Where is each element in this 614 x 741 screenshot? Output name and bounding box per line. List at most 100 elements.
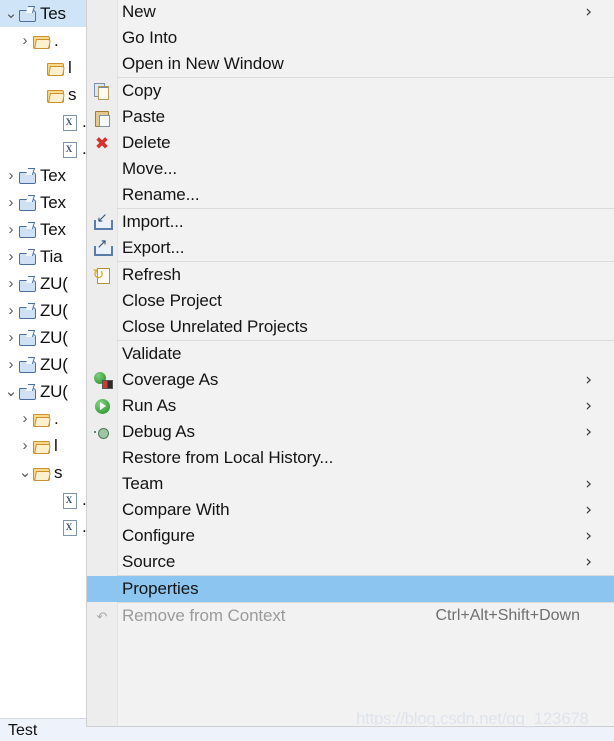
- chevron-right-icon[interactable]: ›: [4, 329, 18, 346]
- menu-item-icon-slot: [87, 497, 117, 523]
- tree-item[interactable]: .: [0, 135, 86, 162]
- tree-item[interactable]: s: [0, 81, 86, 108]
- context-menu[interactable]: New›Go IntoOpen in New WindowCopyPaste✖D…: [86, 0, 614, 727]
- menu-item-delete[interactable]: ✖Delete: [87, 130, 614, 156]
- xml-file-icon: [60, 114, 78, 130]
- submenu-chevron-right-icon: ›: [585, 367, 592, 393]
- submenu-chevron-right-icon: ›: [585, 393, 592, 419]
- menu-item-compare-with[interactable]: Compare With›: [87, 497, 614, 523]
- tree-item[interactable]: ⌄ZU(: [0, 378, 86, 405]
- menu-item-label: Import...: [117, 212, 183, 232]
- tree-item[interactable]: .: [0, 486, 86, 513]
- refresh-icon: [94, 267, 111, 284]
- chevron-right-icon[interactable]: ›: [4, 356, 18, 373]
- chevron-right-icon[interactable]: ›: [18, 410, 32, 427]
- menu-item-shortcut: Ctrl+Alt+Shift+Down: [435, 603, 580, 629]
- chevron-right-icon[interactable]: ›: [4, 167, 18, 184]
- tree-item[interactable]: › Tia: [0, 243, 86, 270]
- tree-item[interactable]: ›.: [0, 405, 86, 432]
- menu-item-icon-slot: [87, 393, 117, 419]
- chevron-right-icon[interactable]: ›: [4, 221, 18, 238]
- menu-item-open-in-new-window[interactable]: Open in New Window: [87, 51, 614, 77]
- menu-item-icon-slot: [87, 78, 117, 104]
- menu-item-icon-slot: [87, 576, 117, 602]
- menu-item-move[interactable]: Move...: [87, 156, 614, 182]
- menu-item-label: Compare With: [117, 500, 229, 520]
- project-icon: [18, 222, 36, 238]
- menu-item-close-unrelated-projects[interactable]: Close Unrelated Projects: [87, 314, 614, 340]
- menu-item-validate[interactable]: Validate: [87, 341, 614, 367]
- status-bar-label: Test: [8, 720, 37, 741]
- tree-item[interactable]: ›.: [0, 27, 86, 54]
- chevron-right-icon[interactable]: ›: [4, 302, 18, 319]
- menu-item-label: Delete: [117, 133, 171, 153]
- tree-item-label: Tia: [40, 247, 62, 267]
- menu-item-coverage-as[interactable]: Coverage As ›: [87, 367, 614, 393]
- menu-item-run-as[interactable]: Run As›: [87, 393, 614, 419]
- tree-item-label: l: [54, 436, 58, 456]
- project-explorer-tree[interactable]: ⌄Tes›.ls..›Tex›Tex›Tex›Tia›ZU(›ZU(›ZU(›Z…: [0, 0, 87, 718]
- menu-item-properties[interactable]: Properties: [87, 576, 614, 602]
- tree-item[interactable]: ›l: [0, 432, 86, 459]
- chevron-right-icon[interactable]: ›: [18, 437, 32, 454]
- menu-item-icon-slot: [87, 156, 117, 182]
- menu-item-rename[interactable]: Rename...: [87, 182, 614, 208]
- tree-item[interactable]: ›ZU(: [0, 324, 86, 351]
- menu-item-label: Coverage As: [117, 370, 218, 390]
- chevron-right-icon[interactable]: ›: [18, 32, 32, 49]
- tree-item[interactable]: l: [0, 54, 86, 81]
- menu-item-label: Properties: [117, 579, 198, 599]
- tree-item-label: Tex: [40, 166, 66, 186]
- chevron-right-icon[interactable]: ›: [4, 248, 18, 265]
- import-icon: [94, 214, 111, 231]
- menu-item-export[interactable]: Export...: [87, 235, 614, 261]
- menu-item-label: Configure: [117, 526, 195, 546]
- menu-item-label: Close Unrelated Projects: [117, 317, 308, 337]
- menu-item-team[interactable]: Team›: [87, 471, 614, 497]
- tree-item[interactable]: .: [0, 108, 86, 135]
- tree-item[interactable]: .: [0, 513, 86, 540]
- menu-item-source[interactable]: Source›: [87, 549, 614, 575]
- menu-item-go-into[interactable]: Go Into: [87, 25, 614, 51]
- chevron-right-icon[interactable]: ›: [4, 194, 18, 211]
- menu-item-label: Validate: [117, 344, 181, 364]
- menu-item-label: Refresh: [117, 265, 181, 285]
- tree-item[interactable]: ⌄s: [0, 459, 86, 486]
- tree-item[interactable]: ›Tex: [0, 189, 86, 216]
- paste-icon: [94, 109, 111, 126]
- menu-item-icon-slot: [87, 341, 117, 367]
- tree-item[interactable]: ›ZU(: [0, 270, 86, 297]
- menu-item-configure[interactable]: Configure›: [87, 523, 614, 549]
- menu-item-icon-slot: [87, 419, 117, 445]
- menu-item-new[interactable]: New›: [87, 0, 614, 25]
- run-icon: [94, 398, 111, 415]
- menu-item-restore-from-local-history[interactable]: Restore from Local History...: [87, 445, 614, 471]
- xml-file-icon: [60, 492, 78, 508]
- menu-item-copy[interactable]: Copy: [87, 78, 614, 104]
- tree-item[interactable]: ›Tex: [0, 216, 86, 243]
- menu-item-remove-from-context: ↶Remove from ContextCtrl+Alt+Shift+Down: [87, 603, 614, 629]
- xml-file-icon: [60, 141, 78, 157]
- menu-item-icon-slot: ✖: [87, 130, 117, 156]
- chevron-right-icon[interactable]: ›: [4, 275, 18, 292]
- menu-item-refresh[interactable]: Refresh: [87, 262, 614, 288]
- menu-item-label: Restore from Local History...: [117, 448, 333, 468]
- tree-item[interactable]: ›ZU(: [0, 297, 86, 324]
- menu-item-label: Copy: [117, 81, 161, 101]
- chevron-down-icon[interactable]: ⌄: [4, 10, 18, 18]
- xml-file-icon: [60, 519, 78, 535]
- menu-item-import[interactable]: Import...: [87, 209, 614, 235]
- debug-icon: [94, 424, 111, 441]
- chevron-down-icon[interactable]: ⌄: [18, 469, 32, 477]
- menu-item-debug-as[interactable]: Debug As›: [87, 419, 614, 445]
- menu-item-label: Move...: [117, 159, 177, 179]
- tree-item[interactable]: ›ZU(: [0, 351, 86, 378]
- menu-item-label: Open in New Window: [117, 54, 284, 74]
- menu-item-close-project[interactable]: Close Project: [87, 288, 614, 314]
- project-icon: [18, 276, 36, 292]
- chevron-down-icon[interactable]: ⌄: [4, 388, 18, 396]
- tree-item[interactable]: › Tex: [0, 162, 86, 189]
- tree-item[interactable]: ⌄Tes: [0, 0, 86, 27]
- menu-item-paste[interactable]: Paste: [87, 104, 614, 130]
- menu-item-label: Source: [117, 552, 175, 572]
